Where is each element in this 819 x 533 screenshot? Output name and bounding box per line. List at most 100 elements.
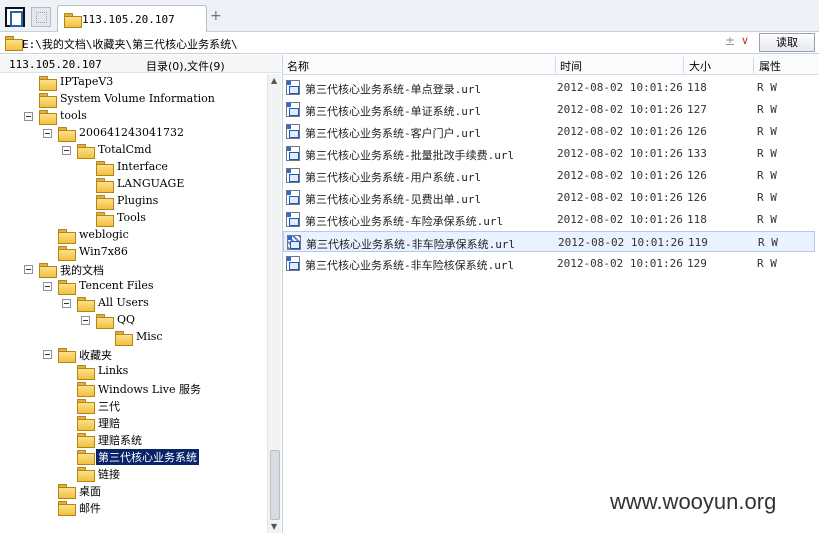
file-row[interactable]: 第三代核心业务系统-单点登录.url 2012-08-02 10:01:26 118… bbox=[283, 77, 815, 98]
file-attr: R W bbox=[757, 103, 777, 116]
tab-title: 113.105.20.107 bbox=[82, 13, 175, 26]
folder-icon bbox=[96, 161, 114, 176]
folder-icon bbox=[77, 399, 95, 414]
folder-icon bbox=[58, 280, 76, 295]
path-input[interactable]: E:\我的文档\收藏夹\第三代核心业务系统\ bbox=[22, 36, 238, 52]
tree-item-label: 理赔 bbox=[98, 417, 120, 430]
tree-item-label: 200641243041732 bbox=[79, 126, 184, 139]
url-file-icon bbox=[286, 124, 300, 139]
file-size: 126 bbox=[687, 169, 707, 182]
file-row[interactable]: 第三代核心业务系统-客户门户.url 2012-08-02 10:01:26 126… bbox=[283, 121, 815, 142]
file-row[interactable]: 第三代核心业务系统-非车险核保系统.url 2012-08-02 10:01:26… bbox=[283, 253, 815, 274]
directory-pane: 113.105.20.107 目录(0),文件(9) IPTapeV3 Syste… bbox=[0, 55, 281, 533]
tree-item-label: All Users bbox=[98, 296, 149, 309]
file-name: 第三代核心业务系统-见费出单.url bbox=[305, 193, 482, 206]
panel-toggle-icon[interactable] bbox=[5, 7, 25, 27]
file-time: 2012-08-02 10:01:26 bbox=[557, 125, 683, 138]
file-row[interactable]: 第三代核心业务系统-见费出单.url 2012-08-02 10:01:26 126… bbox=[283, 187, 815, 208]
folder-tree: IPTapeV3 System Volume Information tools 20… bbox=[0, 74, 266, 533]
folder-icon bbox=[96, 178, 114, 193]
disabled-view-icon[interactable] bbox=[31, 7, 51, 27]
file-name: 第三代核心业务系统-车险承保系统.url bbox=[305, 215, 504, 228]
scroll-thumb[interactable] bbox=[270, 450, 280, 520]
folder-icon bbox=[64, 13, 82, 28]
watermark: www.wooyun.org bbox=[610, 489, 777, 514]
url-file-icon bbox=[286, 146, 300, 161]
file-size: 119 bbox=[688, 236, 708, 249]
file-name: 第三代核心业务系统-单证系统.url bbox=[305, 105, 482, 118]
scroll-down-icon[interactable]: ▼ bbox=[271, 522, 277, 531]
folder-icon bbox=[39, 110, 57, 125]
column-time[interactable]: 时间 bbox=[560, 58, 582, 74]
tree-item-label: 第三代核心业务系统 bbox=[96, 449, 199, 465]
new-tab-button[interactable]: + bbox=[210, 8, 222, 24]
file-row[interactable]: 第三代核心业务系统-车险承保系统.url 2012-08-02 10:01:26 1… bbox=[283, 209, 815, 230]
host-label: 113.105.20.107 bbox=[9, 58, 102, 71]
column-attr[interactable]: 属性 bbox=[759, 58, 781, 74]
path-bar: E:\我的文档\收藏夹\第三代核心业务系统\ ± ∨ 读取 bbox=[0, 32, 819, 54]
tree-item-label: Links bbox=[98, 364, 129, 377]
folder-icon bbox=[58, 246, 76, 261]
tree-item-label: Win7x86 bbox=[79, 245, 128, 258]
collapse-toggle-icon[interactable] bbox=[24, 112, 33, 121]
collapse-toggle-icon[interactable] bbox=[81, 316, 90, 325]
file-pane: 名称 时间 大小 属性 第三代核心业务系统-单点登录.url 2012-08-02… bbox=[282, 55, 819, 533]
file-size: 126 bbox=[687, 191, 707, 204]
collapse-toggle-icon[interactable] bbox=[43, 282, 52, 291]
file-name: 第三代核心业务系统-用户系统.url bbox=[305, 171, 482, 184]
scroll-up-icon[interactable]: ▲ bbox=[271, 76, 277, 85]
folder-icon bbox=[96, 195, 114, 210]
tree-item-label: Plugins bbox=[117, 194, 159, 207]
tree-item-label: Windows Live 服务 bbox=[98, 383, 201, 396]
tree-item-label: LANGUAGE bbox=[117, 177, 185, 190]
url-file-icon bbox=[286, 80, 300, 95]
read-button[interactable]: 读取 bbox=[759, 33, 815, 52]
file-row[interactable]: 第三代核心业务系统-非车险承保系统.url 2012-08-02 10:01:26… bbox=[283, 231, 815, 252]
collapse-toggle-icon[interactable] bbox=[62, 146, 71, 155]
file-attr: R W bbox=[757, 81, 777, 94]
file-time: 2012-08-02 10:01:26 bbox=[558, 236, 684, 249]
column-name[interactable]: 名称 bbox=[287, 58, 309, 74]
folder-icon bbox=[77, 382, 95, 397]
file-time: 2012-08-02 10:01:26 bbox=[557, 191, 683, 204]
column-size[interactable]: 大小 bbox=[689, 58, 711, 74]
file-size: 118 bbox=[687, 81, 707, 94]
folder-icon bbox=[58, 229, 76, 244]
collapse-toggle-icon[interactable] bbox=[24, 265, 33, 274]
tree-item-label: 桌面 bbox=[79, 485, 101, 498]
url-file-icon bbox=[286, 102, 300, 117]
tree-item-label: Interface bbox=[117, 160, 168, 173]
file-row[interactable]: 第三代核心业务系统-用户系统.url 2012-08-02 10:01:26 126… bbox=[283, 165, 815, 186]
tree-item-label: 收藏夹 bbox=[79, 349, 112, 362]
file-time: 2012-08-02 10:01:26 bbox=[557, 81, 683, 94]
file-name: 第三代核心业务系统-单点登录.url bbox=[305, 83, 482, 96]
file-name: 第三代核心业务系统-非车险核保系统.url bbox=[305, 259, 515, 272]
folder-icon bbox=[77, 297, 95, 312]
tree-scrollbar[interactable]: ▲ ▼ bbox=[267, 74, 281, 533]
file-attr: R W bbox=[757, 147, 777, 160]
count-label: 目录(0),文件(9) bbox=[146, 60, 225, 73]
file-attr: R W bbox=[758, 236, 778, 249]
history-plus-button[interactable]: ± bbox=[725, 34, 735, 48]
collapse-toggle-icon[interactable] bbox=[43, 129, 52, 138]
file-name: 第三代核心业务系统-非车险承保系统.url bbox=[306, 238, 516, 251]
folder-icon bbox=[39, 76, 57, 91]
file-time: 2012-08-02 10:01:26 bbox=[557, 213, 683, 226]
folder-icon bbox=[77, 433, 95, 448]
collapse-toggle-icon[interactable] bbox=[43, 350, 52, 359]
file-time: 2012-08-02 10:01:26 bbox=[557, 257, 683, 270]
file-attr: R W bbox=[757, 213, 777, 226]
url-file-icon bbox=[286, 190, 300, 205]
chevron-down-icon[interactable]: ∨ bbox=[741, 34, 749, 47]
folder-icon bbox=[58, 484, 76, 499]
tab-server[interactable]: 113.105.20.107 bbox=[57, 5, 207, 32]
file-size: 126 bbox=[687, 125, 707, 138]
folder-icon bbox=[77, 416, 95, 431]
folder-icon bbox=[96, 314, 114, 329]
folder-icon bbox=[77, 365, 95, 380]
folder-icon bbox=[39, 263, 57, 278]
file-row[interactable]: 第三代核心业务系统-批量批改手续费.url 2012-08-02 10:01:26… bbox=[283, 143, 815, 164]
tree-item-label: weblogic bbox=[79, 228, 129, 241]
collapse-toggle-icon[interactable] bbox=[62, 299, 71, 308]
file-row[interactable]: 第三代核心业务系统-单证系统.url 2012-08-02 10:01:26 127… bbox=[283, 99, 815, 120]
